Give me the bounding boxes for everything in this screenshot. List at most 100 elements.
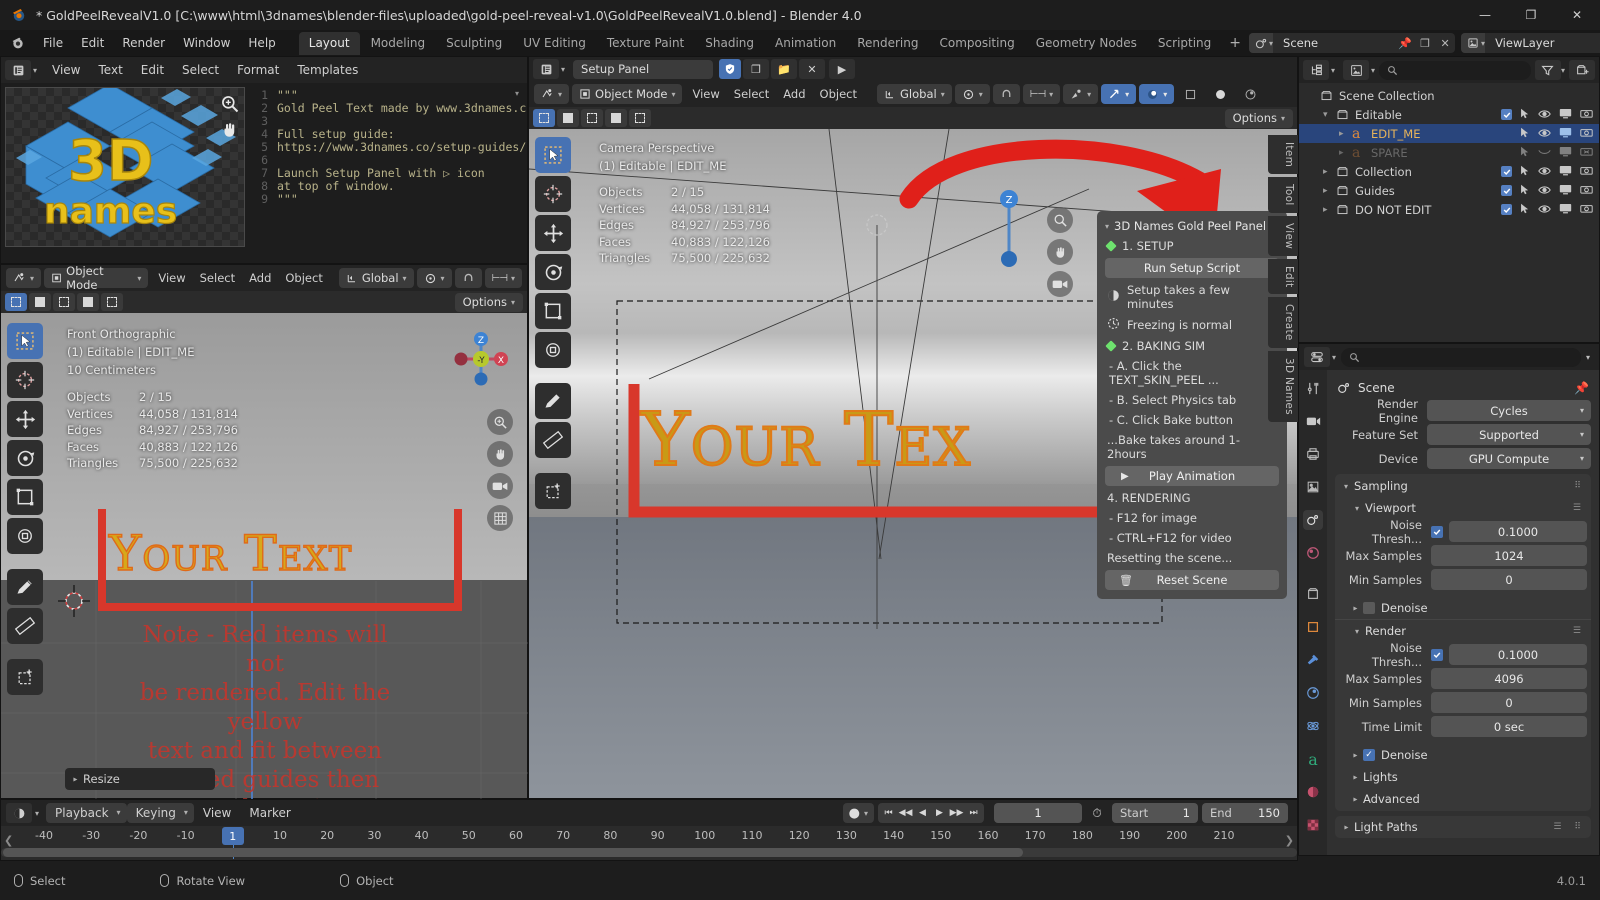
next-keyframe-button[interactable]: ▶▶	[948, 804, 965, 823]
exclude-collection-checkbox[interactable]	[1501, 204, 1512, 215]
timeline-body[interactable]: -40 -30 -20 -10 1 10 20 30 40 50 60 70 80 90 100 110 120…	[1, 826, 1297, 860]
open-text-icon[interactable]: 📁	[771, 59, 798, 79]
properties-editor-type-icon[interactable]	[1304, 347, 1330, 367]
tool-tweak-select-icon[interactable]	[535, 137, 571, 173]
sidebar-tab-edit[interactable]: Edit	[1268, 258, 1298, 295]
expand-chevron-icon[interactable]: ▸	[1323, 186, 1336, 196]
new-text-icon[interactable]: ❐	[743, 59, 770, 79]
jump-to-end-button[interactable]: ⏭	[965, 804, 982, 823]
object-mode-dropdown[interactable]: Object Mode ▾	[572, 84, 683, 104]
property-value[interactable]: Supported ▾	[1427, 424, 1591, 445]
sampling-grip-dots[interactable]: ⠿	[1574, 481, 1582, 491]
tool-rotate-icon[interactable]	[7, 440, 43, 476]
tab-data-font-icon[interactable]: a	[1303, 749, 1323, 769]
viewlayer-name[interactable]: ViewLayer	[1487, 36, 1600, 50]
current-frame-field[interactable]: 1	[994, 803, 1082, 823]
tool-annotate-icon[interactable]	[7, 569, 43, 605]
property-checkbox[interactable]	[1431, 525, 1443, 538]
selectable-cursor-icon[interactable]	[1520, 108, 1530, 122]
timeline-menu-marker[interactable]: Marker	[240, 803, 299, 823]
selectable-cursor-icon[interactable]	[1520, 203, 1530, 217]
viewport-left-menu-add[interactable]: Add	[242, 271, 278, 285]
tool-measure-icon[interactable]	[7, 608, 43, 644]
outliner-row-do-not-edit[interactable]: ▸ DO NOT EDIT	[1299, 200, 1599, 219]
sidebar-tab-3d-names[interactable]: 3D Names	[1268, 351, 1298, 423]
outliner-search-input[interactable]	[1379, 60, 1531, 80]
proportional-edit-toggle[interactable]: ⊢⊣ ▾	[1022, 84, 1061, 104]
panel-collapse-chevron-icon[interactable]: ▾	[1105, 222, 1109, 231]
new-scene-icon[interactable]: ❐	[1415, 33, 1435, 53]
filter-chevron-down-icon[interactable]: ▾	[1561, 66, 1565, 75]
tab-modifier-icon[interactable]	[1303, 650, 1323, 670]
text-menu-select[interactable]: Select	[173, 60, 228, 80]
proportional-edit-toggle[interactable]: ⊢⊣ ▾	[484, 268, 522, 288]
disable-in-viewports-monitor-icon[interactable]	[1559, 184, 1572, 198]
render-denoise-checkbox[interactable]: ✓	[1363, 749, 1376, 761]
blender-menu-icon[interactable]	[10, 35, 26, 51]
register-script-toggle[interactable]	[719, 59, 742, 79]
panel-button-run-setup-script[interactable]: Run Setup Script	[1105, 258, 1279, 278]
code-overlay-chevron-icon[interactable]: ▾	[515, 89, 519, 98]
pin-id-icon[interactable]: 📌	[1574, 381, 1589, 395]
light-paths-preset-icon[interactable]: ☰	[1553, 822, 1562, 832]
line-text[interactable]: """	[277, 193, 298, 206]
outliner-row-collection[interactable]: ▸ Collection	[1299, 162, 1599, 181]
text-menu-format[interactable]: Format	[228, 60, 288, 80]
selectable-cursor-icon[interactable]	[1520, 184, 1530, 198]
property-value[interactable]: 0	[1431, 692, 1587, 713]
viewport-denoise-checkbox[interactable]	[1363, 602, 1376, 614]
render-preset-icon[interactable]: ☰	[1573, 626, 1582, 636]
workspace-tab-shading[interactable]: Shading	[695, 32, 764, 55]
add-workspace-button[interactable]: +	[1221, 33, 1249, 53]
minimize-button[interactable]: —	[1462, 0, 1508, 30]
setup-editor-type-icon[interactable]	[533, 59, 559, 79]
render-subsection-header[interactable]: ▾ Render ☰	[1335, 619, 1591, 642]
play-button[interactable]: ▶	[931, 804, 948, 823]
properties-search-input[interactable]	[1341, 347, 1581, 367]
panel-button-play-animation[interactable]: ▶ Play Animation	[1105, 466, 1279, 486]
expand-chevron-icon[interactable]: ▸	[1339, 129, 1352, 139]
run-script-play-icon[interactable]: ▶	[829, 59, 856, 79]
playhead-current-frame[interactable]: 1	[221, 827, 244, 845]
pan-view-hand-icon[interactable]	[487, 441, 513, 467]
timeline-type-chevron-down-icon[interactable]: ▾	[35, 809, 39, 818]
tab-object-icon[interactable]	[1303, 617, 1323, 637]
disable-in-renders-camera-icon[interactable]	[1580, 127, 1593, 141]
viewport-subsection-header[interactable]: ▾ Viewport ☰	[1335, 497, 1591, 519]
viewport-right-menu-object[interactable]: Object	[813, 87, 864, 101]
viewport-preset-icon[interactable]: ☰	[1573, 503, 1582, 513]
editor-type-3dview-icon[interactable]: ▾	[534, 84, 570, 104]
toggle-camera-view-icon[interactable]	[487, 473, 513, 499]
text-menu-edit[interactable]: Edit	[132, 60, 173, 80]
editor-type-icon[interactable]	[5, 60, 31, 80]
display-mode-chevron-down-icon[interactable]: ▾	[1371, 66, 1375, 75]
maximize-button[interactable]: ❐	[1508, 0, 1554, 30]
navigation-gizmo[interactable]: Z X -Y	[449, 327, 513, 391]
property-value[interactable]: 0 sec	[1431, 716, 1587, 737]
tool-add-cube-icon[interactable]	[535, 473, 571, 509]
disable-in-renders-camera-icon[interactable]	[1580, 146, 1593, 160]
timeline-menu-keying[interactable]: Keying ▾	[126, 803, 194, 823]
outliner-type-chevron-down-icon[interactable]: ▾	[1331, 66, 1335, 75]
viewport-left-menu-object[interactable]: Object	[278, 271, 329, 285]
light-paths-section-header[interactable]: ▾ Light Paths ☰ ⠿	[1335, 816, 1591, 838]
tab-collection-icon[interactable]	[1303, 584, 1323, 604]
outliner-row-scene-collection[interactable]: Scene Collection	[1299, 86, 1599, 105]
viewport-right-menu-select[interactable]: Select	[727, 87, 776, 101]
navigation-gizmo[interactable]: Z	[989, 179, 1029, 269]
properties-type-chevron-down-icon[interactable]: ▾	[1332, 353, 1336, 362]
end-frame-field[interactable]: End 150	[1202, 803, 1288, 823]
use-preview-range-icon[interactable]: ⏱	[1086, 806, 1108, 821]
property-value[interactable]: GPU Compute ▾	[1427, 448, 1591, 469]
tab-material-icon[interactable]	[1303, 782, 1323, 802]
show-gizmo-toggle[interactable]: ▾	[1063, 84, 1099, 104]
image-zoom-icon[interactable]	[220, 94, 240, 118]
timeline-menu-view[interactable]: View	[194, 803, 240, 823]
hide-in-viewport-eye-icon[interactable]	[1538, 127, 1551, 141]
select-extend-button[interactable]	[29, 293, 51, 311]
panel-title-row[interactable]: ▾ 3D Names Gold Peel Panel ⠿	[1097, 216, 1287, 236]
expand-chevron-icon[interactable]: ▸	[1339, 148, 1352, 158]
viewport-left-options-dropdown[interactable]: Options ▾	[454, 292, 523, 312]
light-paths-grip-dots[interactable]: ⠿	[1574, 822, 1582, 832]
viewport-right-canvas[interactable]: Your Tex Camera Perspective (1) Editable…	[529, 129, 1298, 798]
